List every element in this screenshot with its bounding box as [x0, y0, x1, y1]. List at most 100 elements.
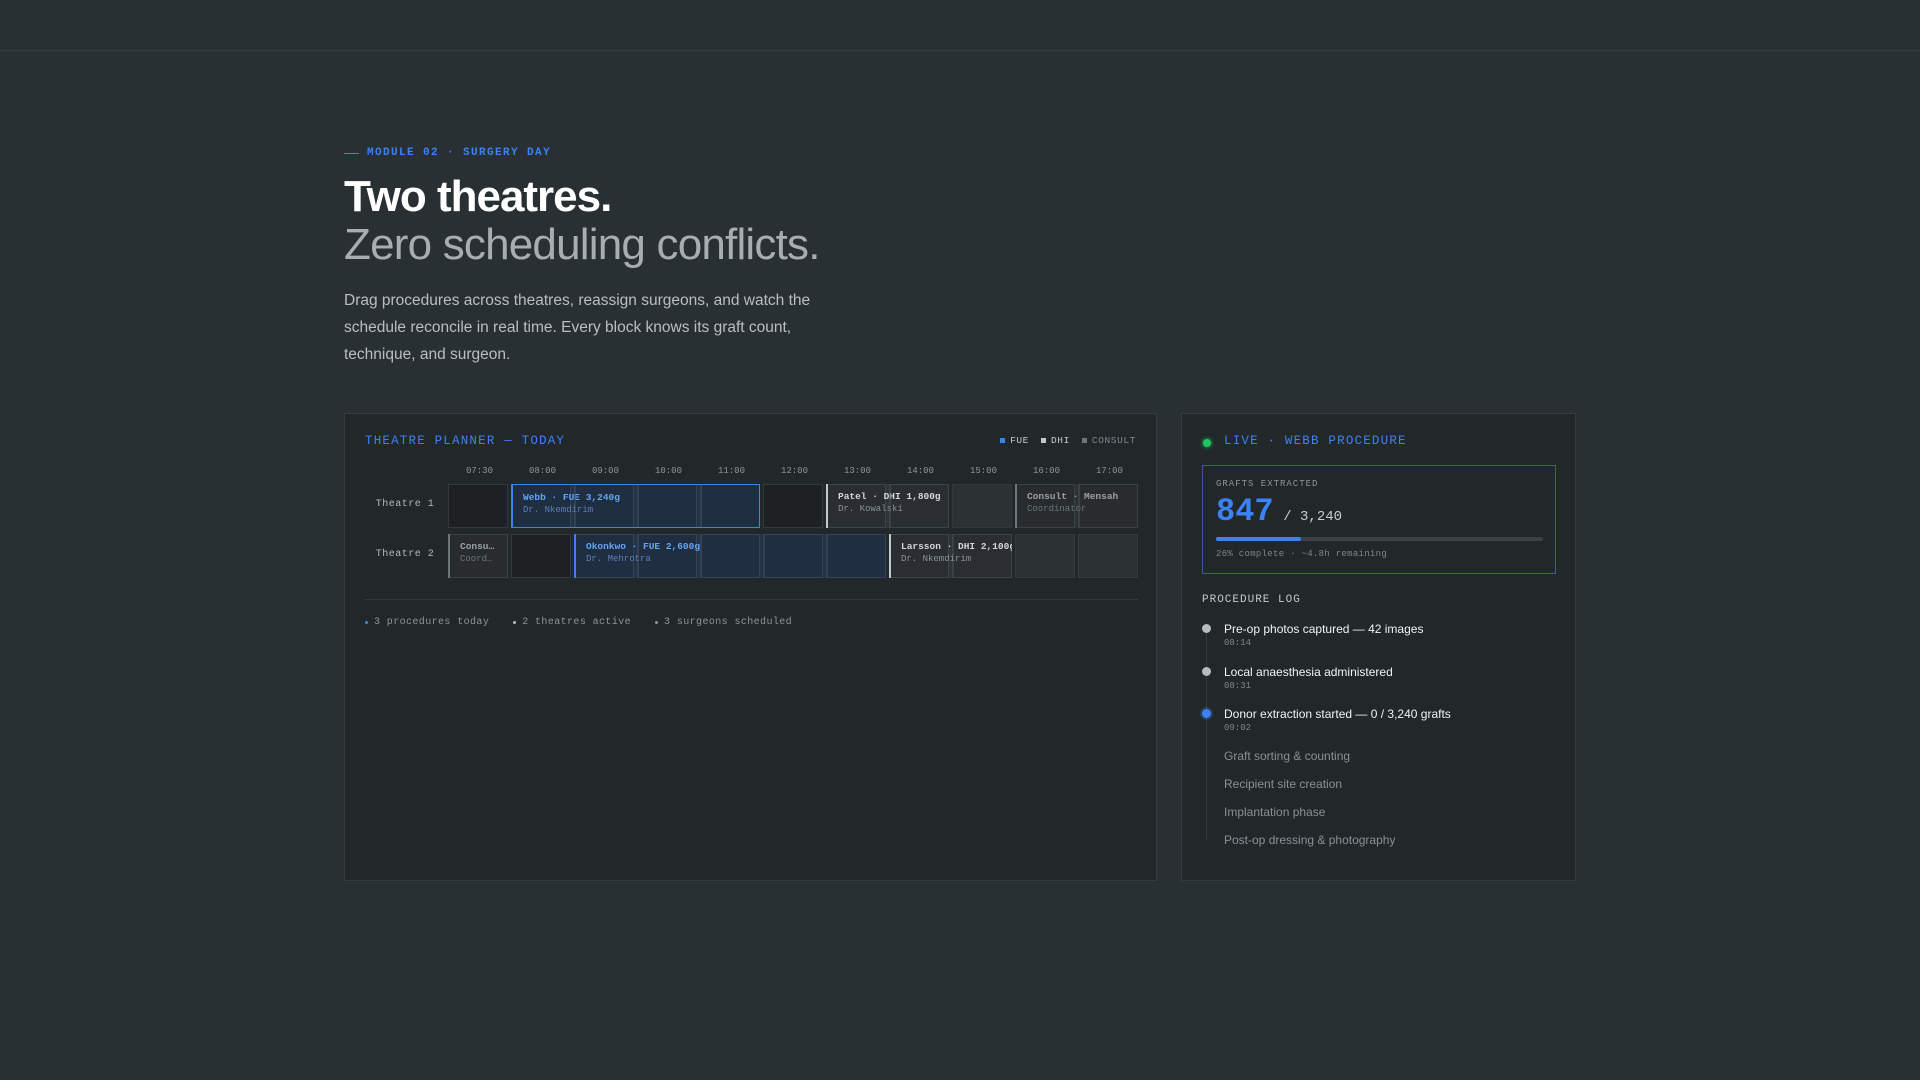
empty-slot[interactable] — [763, 484, 823, 528]
log-entry-text: Donor extraction started — 0 / 3,240 gra… — [1224, 707, 1451, 721]
log-entry-status-dot — [1202, 667, 1211, 676]
time-tick: 10:00 — [654, 466, 682, 476]
eyebrow-text: MODULE 02 · SURGERY DAY — [367, 147, 552, 159]
legend-label: DHI — [1050, 435, 1070, 446]
log-entry-text: Pre-op photos captured — 42 images — [1224, 622, 1424, 636]
block-slot-divider — [701, 534, 702, 578]
block-slot-divider — [638, 534, 639, 578]
time-tick: 13:00 — [843, 466, 871, 476]
procedure-block[interactable]: Consu… Coord… — [448, 534, 508, 578]
procedure-block-title: Okonkwo · FUE 2,600g — [586, 541, 701, 552]
stat-label: 3 surgeons scheduled — [664, 617, 793, 628]
grafts-label: GRAFTS EXTRACTED — [1216, 479, 1319, 489]
empty-slot[interactable] — [952, 484, 1012, 528]
block-slot-divider — [953, 534, 954, 578]
stat-dot — [655, 621, 659, 624]
time-tick: 08:00 — [528, 466, 556, 476]
planner-legend: FUE DHI CONSULT — [1000, 435, 1136, 446]
block-slot-divider — [701, 485, 702, 527]
block-slot-divider — [1079, 484, 1080, 528]
log-entry-text: Post-op dressing & photography — [1224, 833, 1396, 847]
log-entry: Local anaesthesia administered 08:31 — [1202, 665, 1562, 692]
grafts-total-value: / 3,240 — [1283, 509, 1343, 525]
block-slot-divider — [764, 534, 765, 578]
log-entry-time: 08:14 — [1224, 638, 1252, 648]
stat-label: 3 procedures today — [374, 617, 490, 628]
log-entry-status-dot — [1202, 779, 1211, 788]
procedure-block-surgeon: Dr. Nkemdirim — [901, 554, 972, 564]
grafts-count: 847 / 3,240 — [1216, 493, 1342, 530]
procedure-block-title: Consu… — [460, 541, 495, 552]
log-entry: Recipient site creation — [1202, 777, 1562, 791]
headline: Two theatres. — [344, 172, 612, 221]
legend-label: CONSULT — [1091, 435, 1136, 446]
block-slot-divider — [638, 485, 639, 527]
procedure-block[interactable]: Larsson · DHI 2,100g Dr. Nkemdirim — [889, 534, 1012, 578]
stat-dot — [513, 621, 517, 624]
procedure-block-title: Larsson · DHI 2,100g — [901, 541, 1012, 552]
stat-item: 3 procedures today — [365, 617, 489, 628]
grafts-progress-fill — [1216, 537, 1302, 541]
legend-item-fue: FUE — [1000, 435, 1029, 446]
log-entry-status-dot — [1202, 624, 1211, 633]
empty-slot[interactable] — [511, 534, 571, 578]
procedure-block-title: Consult · Mensah — [1027, 491, 1119, 502]
log-entry-status-dot — [1202, 807, 1211, 816]
block-slot-divider — [575, 485, 576, 527]
procedure-block-surgeon: Dr. Mehrotra — [586, 554, 651, 564]
log-entry-text: Graft sorting & counting — [1224, 749, 1351, 763]
procedure-block-surgeon: Coord… — [460, 554, 493, 564]
time-tick: 12:00 — [780, 466, 808, 476]
log-entry-status-dot — [1202, 835, 1211, 844]
procedure-block[interactable]: Webb · FUE 3,240g Dr. Nkemdirim — [511, 484, 760, 528]
live-status-dot — [1203, 439, 1211, 447]
subheadline: Zero scheduling conflicts. — [344, 220, 820, 269]
log-entry: Post-op dressing & photography — [1202, 833, 1562, 847]
log-entry: Graft sorting & counting — [1202, 749, 1562, 763]
procedure-block[interactable]: Okonkwo · FUE 2,600g Dr. Mehrotra — [574, 534, 886, 578]
log-entry-status-dot — [1202, 751, 1211, 760]
log-entry-status-dot — [1202, 709, 1211, 718]
eyebrow: MODULE 02 · SURGERY DAY — [344, 147, 1044, 159]
procedure-block[interactable]: Patel · DHI 1,800g Dr. Kowalski — [826, 484, 949, 528]
legend-label: FUE — [1010, 435, 1029, 446]
stat-label: 2 theatres active — [522, 617, 632, 628]
procedure-block-surgeon: Dr. Nkemdirim — [523, 505, 594, 515]
row-label-theatre-2: Theatre 2 — [375, 549, 435, 560]
procedure-block[interactable]: Consult · Mensah Coordinator — [1015, 484, 1138, 528]
empty-slot[interactable] — [1015, 534, 1075, 578]
log-entry-text: Implantation phase — [1224, 805, 1326, 819]
time-tick: 17:00 — [1095, 466, 1123, 476]
legend-swatch — [1000, 438, 1006, 443]
block-slot-divider — [827, 534, 828, 578]
theatre-planner-card: THEATRE PLANNER — TODAY FUE DHI CONSULT 07… — [344, 413, 1157, 881]
log-entry-text: Local anaesthesia administered — [1224, 665, 1393, 679]
lede-paragraph: Drag procedures across theatres, reassig… — [344, 292, 811, 363]
log-entry-time: 09:02 — [1224, 723, 1252, 733]
planner-stats: 3 procedures today 2 theatres active 3 sur… — [365, 617, 792, 628]
empty-slot[interactable] — [1078, 534, 1138, 578]
planner-title: THEATRE PLANNER — TODAY — [365, 434, 566, 448]
live-procedure-card: LIVE · WEBB PROCEDURE GRAFTS EXTRACTED 8… — [1181, 413, 1576, 881]
eyebrow-dash — [344, 152, 359, 154]
empty-slot[interactable] — [448, 484, 508, 528]
log-entry-time: 08:31 — [1224, 681, 1252, 691]
grafts-progress-text: 26% complete · ~4.8h remaining — [1216, 549, 1388, 559]
hero-section: MODULE 02 · SURGERY DAY Two theatres. Ze… — [344, 147, 1044, 368]
legend-swatch — [1040, 438, 1046, 443]
procedure-block-surgeon: Coordinator — [1027, 504, 1087, 514]
stat-dot — [365, 621, 368, 624]
log-entry: Pre-op photos captured — 42 images 08:14 — [1202, 622, 1562, 649]
log-entry: Donor extraction started — 0 / 3,240 gra… — [1202, 707, 1562, 734]
stat-item: 2 theatres active — [513, 617, 631, 628]
row-label-theatre-1: Theatre 1 — [375, 499, 435, 510]
stat-item: 3 surgeons scheduled — [655, 617, 792, 628]
legend-swatch — [1081, 438, 1087, 443]
time-tick: 15:00 — [969, 466, 997, 476]
procedure-block-title: Webb · FUE 3,240g — [523, 492, 620, 503]
time-axis: 07:30 08:00 09:00 10:00 11:00 12:00 13:00 14:00… — [448, 466, 1123, 478]
procedure-log-title: PROCEDURE LOG — [1202, 594, 1301, 606]
time-tick: 11:00 — [717, 466, 745, 476]
grafts-progress-bar — [1216, 537, 1543, 541]
legend-item-consult: CONSULT — [1081, 435, 1136, 446]
